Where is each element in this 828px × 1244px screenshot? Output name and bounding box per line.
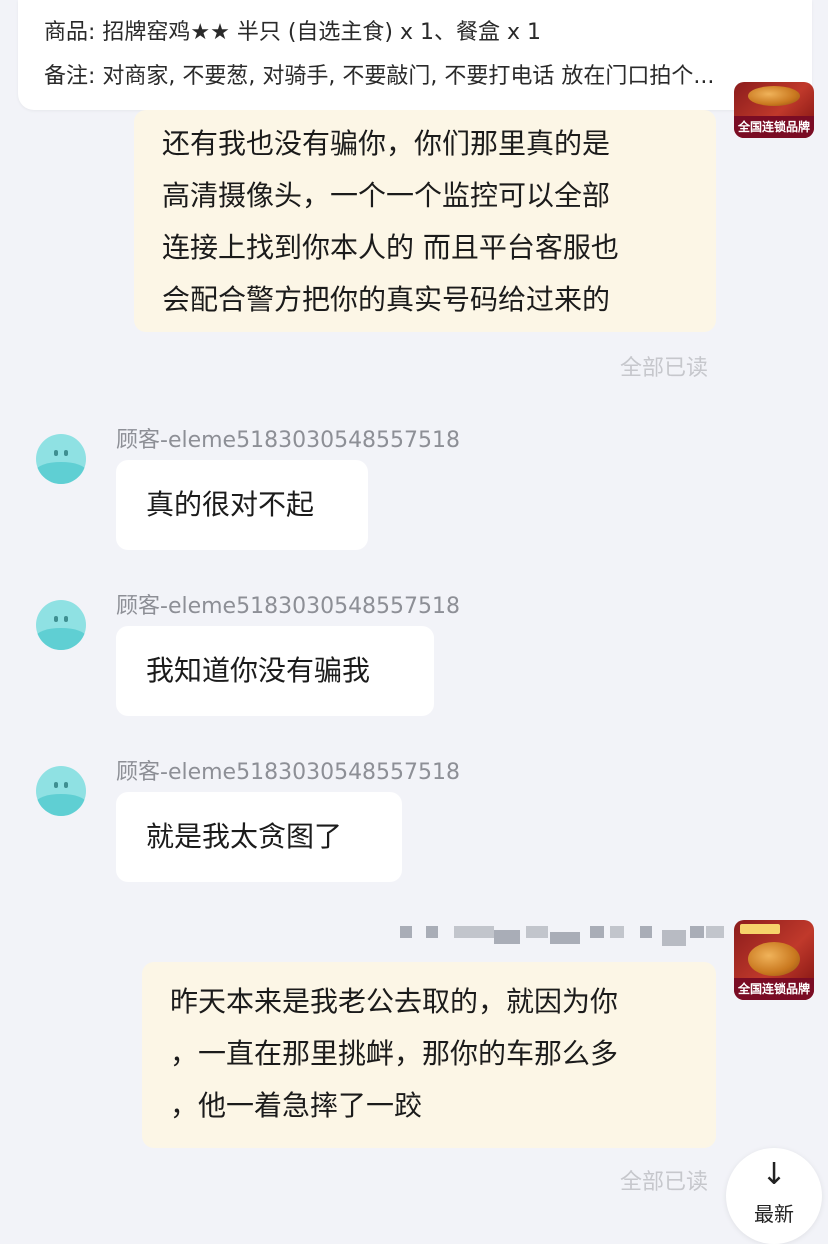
mask-icon xyxy=(36,462,86,484)
eye-icon xyxy=(64,782,68,788)
message-text: 真的很对不起 xyxy=(146,488,315,521)
eye-icon xyxy=(54,616,58,622)
jump-to-latest-button[interactable]: ↓ 最新 xyxy=(726,1148,822,1244)
mask-icon xyxy=(36,794,86,816)
eye-icon xyxy=(54,782,58,788)
read-status: 全部已读 xyxy=(620,1170,709,1195)
order-items: 商品: 招牌窑鸡★★ 半只 (自选主食) x 1、餐盒 x 1 xyxy=(44,20,542,45)
customer-message[interactable]: 我知道你没有骗我 xyxy=(116,626,434,716)
message-line: 昨天本来是我老公去取的，就因为你 xyxy=(170,985,619,1018)
merchant-message[interactable]: 昨天本来是我老公去取的，就因为你 ，一直在那里挑衅，那你的车那么多 ，他一着急摔… xyxy=(142,962,716,1148)
message-line: 高清摄像头，一个一个监控可以全部 xyxy=(162,179,611,212)
brand-logo-icon xyxy=(740,924,780,934)
order-remark: 备注: 对商家, 不要葱, 对骑手, 不要敲门, 不要打电话 放在门口拍个... xyxy=(44,64,715,89)
customer-avatar[interactable] xyxy=(36,766,86,816)
roast-chicken-icon xyxy=(748,942,800,976)
merchant-avatar[interactable]: 全国连锁品牌 xyxy=(734,920,814,1000)
message-line: ，他一着急摔了一跤 xyxy=(170,1089,423,1122)
customer-avatar[interactable] xyxy=(36,434,86,484)
eye-icon xyxy=(64,616,68,622)
roast-chicken-icon xyxy=(748,86,800,106)
customer-message[interactable]: 真的很对不起 xyxy=(116,460,368,550)
message-text: 我知道你没有骗我 xyxy=(146,654,371,687)
customer-avatar[interactable] xyxy=(36,600,86,650)
eye-icon xyxy=(54,450,58,456)
customer-message[interactable]: 就是我太贪图了 xyxy=(116,792,402,882)
merchant-avatar[interactable]: 全国连锁品牌 xyxy=(734,82,814,138)
brand-badge: 全国连锁品牌 xyxy=(734,978,814,1000)
customer-name: 顾客-eleme5183030548557518 xyxy=(116,428,461,453)
brand-badge: 全国连锁品牌 xyxy=(734,116,814,138)
jump-to-latest-label: 最新 xyxy=(754,1202,794,1226)
read-status: 全部已读 xyxy=(620,356,709,381)
message-text: 就是我太贪图了 xyxy=(146,820,343,853)
redacted-merchant-name xyxy=(400,922,725,952)
customer-name: 顾客-eleme5183030548557518 xyxy=(116,594,461,619)
mask-icon xyxy=(36,628,86,650)
merchant-message[interactable]: 还有我也没有骗你，你们那里真的是 高清摄像头，一个一个监控可以全部 连接上找到你… xyxy=(134,110,716,332)
message-line: 还有我也没有骗你，你们那里真的是 xyxy=(162,127,611,160)
message-line: ，一直在那里挑衅，那你的车那么多 xyxy=(170,1037,619,1070)
message-line: 会配合警方把你的真实号码给过来的 xyxy=(162,283,611,316)
arrow-down-icon: ↓ xyxy=(761,1157,787,1192)
eye-icon xyxy=(64,450,68,456)
customer-name: 顾客-eleme5183030548557518 xyxy=(116,760,461,785)
order-summary-card[interactable]: 商品: 招牌窑鸡★★ 半只 (自选主食) x 1、餐盒 x 1 备注: 对商家,… xyxy=(18,0,812,110)
message-line: 连接上找到你本人的 而且平台客服也 xyxy=(162,231,619,264)
